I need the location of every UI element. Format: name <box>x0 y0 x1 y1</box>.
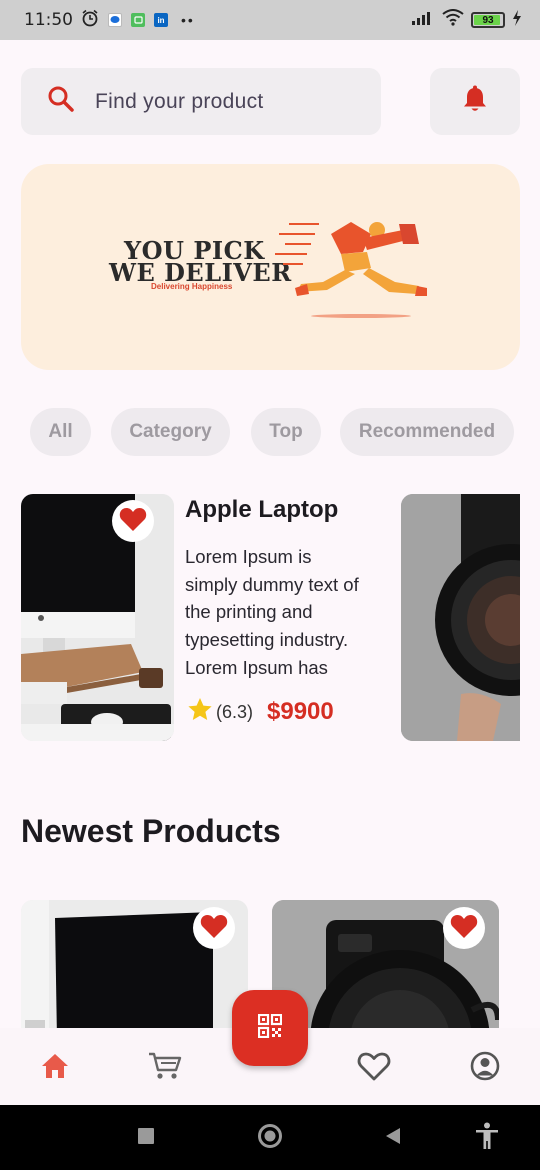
status-time: 11:50 <box>24 10 73 30</box>
favorite-button[interactable] <box>193 907 235 949</box>
heart-icon <box>200 913 228 944</box>
section-title-newest: Newest Products <box>21 813 281 849</box>
chip-category[interactable]: Category <box>111 408 230 456</box>
bell-icon <box>462 85 488 118</box>
featured-product-image[interactable] <box>21 494 174 741</box>
status-bar: 11:50 in •• 93 <box>0 0 540 40</box>
nav-home[interactable] <box>35 1048 75 1088</box>
signal-icon <box>411 10 435 31</box>
accessibility-button[interactable] <box>472 1122 502 1155</box>
profile-icon <box>470 1051 500 1086</box>
featured-product-title[interactable]: Apple Laptop <box>185 496 338 524</box>
home-button[interactable] <box>255 1123 285 1153</box>
chip-category-label: Category <box>129 421 212 442</box>
chip-top-label: Top <box>269 421 303 442</box>
nav-profile[interactable] <box>465 1048 505 1088</box>
notifications-button[interactable] <box>430 68 520 135</box>
cart-icon <box>148 1051 182 1086</box>
alarm-icon <box>81 9 99 32</box>
accessibility-icon <box>475 1122 499 1155</box>
system-navigation-bar <box>0 1105 540 1170</box>
featured-product-description: Lorem Ipsum is simply dummy text of the … <box>185 546 359 678</box>
square-icon <box>138 1127 154 1149</box>
camera-lens-photo <box>401 494 520 741</box>
next-product-card[interactable] <box>401 494 520 741</box>
favorite-button[interactable] <box>112 500 154 542</box>
product-price: $9900 <box>267 698 334 725</box>
heart-outline-icon <box>357 1051 391 1086</box>
chip-recommended-label: Recommended <box>358 421 496 442</box>
chat-app-icon <box>131 13 145 27</box>
more-notifications-indicator: •• <box>181 12 195 28</box>
battery-level: 93 <box>482 14 494 26</box>
messages-app-icon <box>108 13 122 27</box>
star-icon <box>187 697 213 727</box>
heart-icon <box>450 913 478 944</box>
chip-top[interactable]: Top <box>251 408 321 456</box>
home-icon <box>41 1053 69 1084</box>
qr-code-icon <box>257 1013 283 1043</box>
nav-favorites[interactable] <box>354 1048 394 1088</box>
scan-qr-button[interactable] <box>232 990 308 1066</box>
rating-value: (6.3) <box>216 701 254 722</box>
nav-cart[interactable] <box>145 1048 185 1088</box>
charging-icon <box>512 9 522 31</box>
triangle-back-icon <box>384 1127 402 1150</box>
featured-product-meta: (6.3) $9900 <box>187 697 334 727</box>
delivery-runner-illustration <box>275 222 427 318</box>
search-icon <box>47 85 75 118</box>
wifi-icon <box>442 9 464 31</box>
banner-tagline: Delivering Happiness <box>151 282 233 291</box>
recents-button[interactable] <box>131 1123 161 1153</box>
chip-all-label: All <box>48 421 73 442</box>
chip-recommended[interactable]: Recommended <box>340 408 514 456</box>
back-button[interactable] <box>378 1123 408 1153</box>
promo-banner[interactable]: YOU PICK WE DELIVER Delivering Happiness <box>21 164 520 370</box>
newest-product-card[interactable] <box>21 900 248 1040</box>
favorite-button[interactable] <box>443 907 485 949</box>
heart-icon <box>119 506 147 537</box>
search-placeholder: Find your product <box>95 89 264 113</box>
search-input[interactable]: Find your product <box>21 68 381 135</box>
linkedin-app-icon: in <box>154 13 168 27</box>
circle-icon <box>257 1123 283 1154</box>
chip-all[interactable]: All <box>30 408 91 456</box>
battery-icon: 93 <box>471 12 505 28</box>
